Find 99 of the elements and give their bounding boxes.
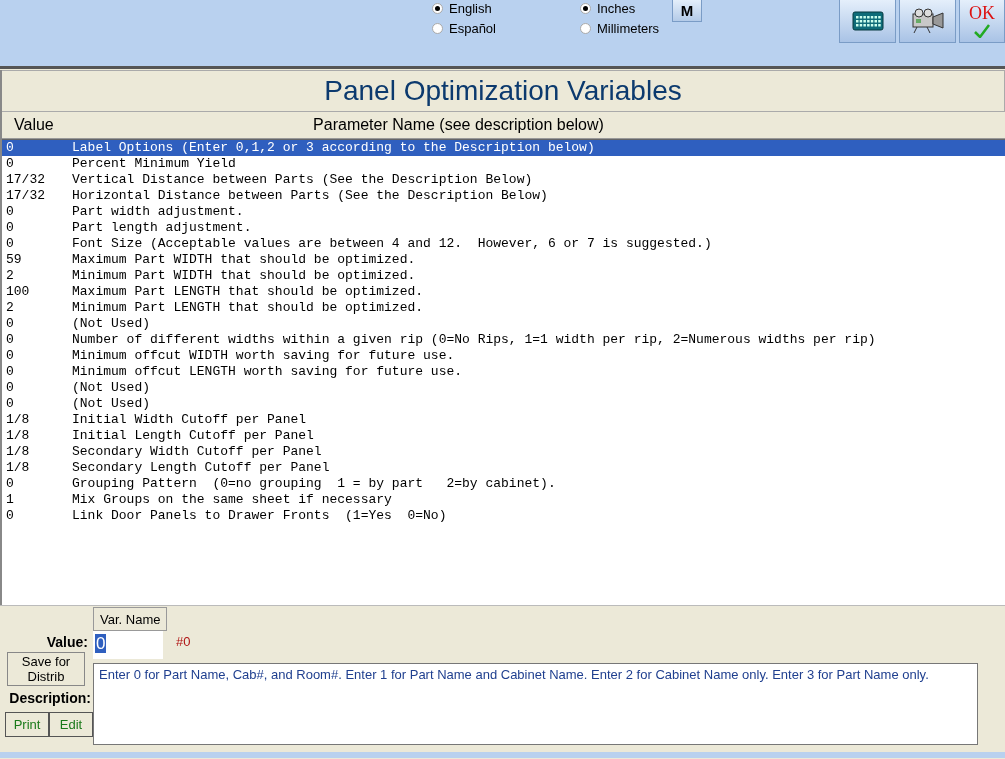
parameter-row[interactable]: 17/32 Horizontal Distance between Parts (See the Description Below) bbox=[2, 188, 1005, 204]
value-cell-text: 0 bbox=[5, 396, 15, 412]
value-cell-text: 0 bbox=[5, 316, 15, 332]
parameter-name-cell: Vertical Distance between Parts (See the Description Below) bbox=[72, 172, 533, 188]
parameter-name-cell: Mix Groups on the same sheet if necessary bbox=[72, 492, 392, 508]
parameter-row[interactable]: 0 (Not Used) bbox=[2, 396, 1005, 412]
parameter-name-cell: Secondary Length Cutoff per Panel bbox=[72, 460, 330, 476]
parameter-name-cell: Initial Length Cutoff per Panel bbox=[72, 428, 314, 444]
radio-label: English bbox=[449, 0, 492, 16]
print-button[interactable]: Print bbox=[5, 712, 49, 737]
value-cell-text: 1 bbox=[5, 492, 15, 508]
radio-label: Español bbox=[449, 20, 496, 36]
parameter-row[interactable]: 0 Number of different widths within a given rip (0=No Rips, 1=1 width per rip, 2=Numerous widths per rip) bbox=[2, 332, 1005, 348]
ok-button[interactable]: OK bbox=[959, 0, 1005, 43]
parameter-name-cell: Percent Minimum Yield bbox=[72, 156, 236, 172]
variable-number: #0 bbox=[176, 634, 191, 649]
parameter-row[interactable]: 2 Minimum Part WIDTH that should be optimized. bbox=[2, 268, 1005, 284]
parameter-name-cell: Part length adjustment. bbox=[72, 220, 252, 236]
parameter-row[interactable]: 0 Minimum offcut LENGTH worth saving for future use. bbox=[2, 364, 1005, 380]
parameter-row[interactable]: 1/8 Initial Length Cutoff per Panel bbox=[2, 428, 1005, 444]
toolbar-button[interactable] bbox=[899, 0, 956, 43]
parameter-name-cell: Initial Width Cutoff per Panel bbox=[72, 412, 307, 428]
column-header: Value bbox=[13, 116, 55, 134]
parameter-name-cell: Horizontal Distance between Parts (See the Description Below) bbox=[72, 188, 548, 204]
calculator-icon bbox=[851, 10, 884, 31]
parameter-name-cell: Label Options (Enter 0,1,2 or 3 according to the Description below) bbox=[72, 140, 595, 156]
radio-button[interactable] bbox=[432, 22, 443, 34]
value-cell-text: 17/32 bbox=[5, 188, 46, 204]
radio-button[interactable] bbox=[432, 2, 443, 14]
parameter-row[interactable]: 1/8 Secondary Length Cutoff per Panel bbox=[2, 460, 1005, 476]
value-cell-text: 1/8 bbox=[5, 412, 31, 428]
parameter-name-cell: Maximum Part WIDTH that should be optimized. bbox=[72, 252, 416, 268]
value-cell-text: 0 bbox=[5, 156, 15, 172]
parameter-name-cell: (Not Used) bbox=[72, 380, 150, 396]
radio-label: Millimeters bbox=[597, 20, 660, 36]
value-cell-text: 2 bbox=[5, 268, 15, 284]
value-cell-text: 0 bbox=[5, 236, 15, 252]
radio-button[interactable] bbox=[580, 2, 591, 14]
value-cell-text: 59 bbox=[5, 252, 23, 268]
parameter-row[interactable]: 0 Grouping Pattern (0=no grouping 1 = by part 2=by cabinet). bbox=[2, 476, 1005, 492]
parameter-name-cell: (Not Used) bbox=[72, 396, 150, 412]
value-cell-text: 2 bbox=[5, 300, 15, 316]
parameter-row[interactable]: 0 Part width adjustment. bbox=[2, 204, 1005, 220]
parameter-row[interactable]: 1/8 Secondary Width Cutoff per Panel bbox=[2, 444, 1005, 460]
parameter-name-cell: Font Size (Acceptable values are between 4 and 12. However, 6 or 7 is suggested.) bbox=[72, 236, 712, 252]
radio-label: Inches bbox=[597, 0, 636, 16]
value-cell-text: 0 bbox=[5, 332, 15, 348]
value-cell-text: 0 bbox=[5, 380, 15, 396]
value-cell-text: 0 bbox=[5, 508, 15, 524]
parameter-row[interactable]: 0 Link Door Panels to Drawer Fronts (1=Yes 0=No) bbox=[2, 508, 1005, 524]
value-cell-text: 1/8 bbox=[5, 444, 31, 460]
parameter-name-cell: Grouping Pattern (0=no grouping 1 = by part 2=by cabinet). bbox=[72, 476, 556, 492]
parameter-name-cell: Maximum Part LENGTH that should be optimized. bbox=[72, 284, 424, 300]
parameter-row[interactable]: 0 (Not Used) bbox=[2, 380, 1005, 396]
value-cell-text: 1/8 bbox=[5, 460, 31, 476]
checkmark-icon bbox=[974, 24, 990, 38]
parameter-row[interactable]: 2 Minimum Part LENGTH that should be optimized. bbox=[2, 300, 1005, 316]
parameter-row[interactable]: 0 Percent Minimum Yield bbox=[2, 156, 1005, 172]
value-cell-text: 0 bbox=[5, 348, 15, 364]
value-cell-text: 0 bbox=[5, 140, 15, 156]
value-cell-text: 17/32 bbox=[5, 172, 46, 188]
parameter-name-cell: Number of different widths within a given rip (0=No Rips, 1=1 width per rip, 2=Numerous widths per rip) bbox=[72, 332, 876, 348]
parameter-row[interactable]: 100 Maximum Part LENGTH that should be optimized. bbox=[2, 284, 1005, 300]
parameter-name-cell: Secondary Width Cutoff per Panel bbox=[72, 444, 322, 460]
value-cell-text: 0 bbox=[5, 476, 15, 492]
save-for-distrib-button[interactable]: Save for Distrib bbox=[7, 652, 85, 686]
ok-label: OK bbox=[969, 3, 995, 24]
parameter-name-cell: Minimum Part LENGTH that should be optimized. bbox=[72, 300, 424, 316]
value-cell-text: 0 bbox=[5, 364, 15, 380]
parameter-row[interactable]: 0 Part length adjustment. bbox=[2, 220, 1005, 236]
value-field[interactable]: 0 bbox=[93, 631, 163, 659]
value-label: Value: bbox=[46, 634, 89, 650]
parameter-row[interactable]: 17/32 Vertical Distance between Parts (See the Description Below) bbox=[2, 172, 1005, 188]
column-header: Parameter Name (see description below) bbox=[312, 116, 605, 134]
parameter-name-cell: Link Door Panels to Drawer Fronts (1=Yes 0=No) bbox=[72, 508, 447, 524]
parameter-name-cell: Minimum offcut WIDTH worth saving for future use. bbox=[72, 348, 455, 364]
var-name-button[interactable]: Var. Name bbox=[93, 607, 168, 631]
parameter-name-cell: (Not Used) bbox=[72, 316, 150, 332]
edit-button[interactable]: Edit bbox=[49, 712, 93, 737]
parameter-name-cell: Minimum offcut LENGTH worth saving for future use. bbox=[72, 364, 463, 380]
value-cell-text: 0 bbox=[5, 204, 15, 220]
panel-title: Panel Optimization Variables bbox=[324, 75, 682, 107]
parameter-row[interactable]: 1/8 Initial Width Cutoff per Panel bbox=[2, 412, 1005, 428]
value-cell-text: 100 bbox=[5, 284, 31, 300]
value-cell-text: 0 bbox=[5, 220, 15, 236]
parameter-row[interactable]: 1 Mix Groups on the same sheet if necessary bbox=[2, 492, 1005, 508]
parameter-row[interactable]: 59 Maximum Part WIDTH that should be optimized. bbox=[2, 252, 1005, 268]
value-cell-text: 1/8 bbox=[5, 428, 31, 444]
m-button[interactable]: M bbox=[672, 0, 702, 22]
parameter-row[interactable]: 0 Minimum offcut WIDTH worth saving for future use. bbox=[2, 348, 1005, 364]
parameter-name-cell: Part width adjustment. bbox=[72, 204, 244, 220]
description-box[interactable]: Enter 0 for Part Name, Cab#, and Room#. Enter 1 for Part Name and Cabinet Name. Enter 2 for Cabinet Name only. Enter 3 for Part Name only. bbox=[93, 663, 978, 745]
toolbar-button[interactable] bbox=[839, 0, 896, 43]
parameter-row[interactable]: 0 Label Options (Enter 0,1,2 or 3 according to the Description below) bbox=[2, 140, 1005, 156]
parameter-name-cell: Minimum Part WIDTH that should be optimized. bbox=[72, 268, 416, 284]
description-label: Description: bbox=[9, 690, 92, 706]
parameter-row[interactable]: 0 Font Size (Acceptable values are between 4 and 12. However, 6 or 7 is suggested.) bbox=[2, 236, 1005, 252]
radio-button[interactable] bbox=[580, 22, 591, 34]
parameter-row[interactable]: 0 (Not Used) bbox=[2, 316, 1005, 332]
